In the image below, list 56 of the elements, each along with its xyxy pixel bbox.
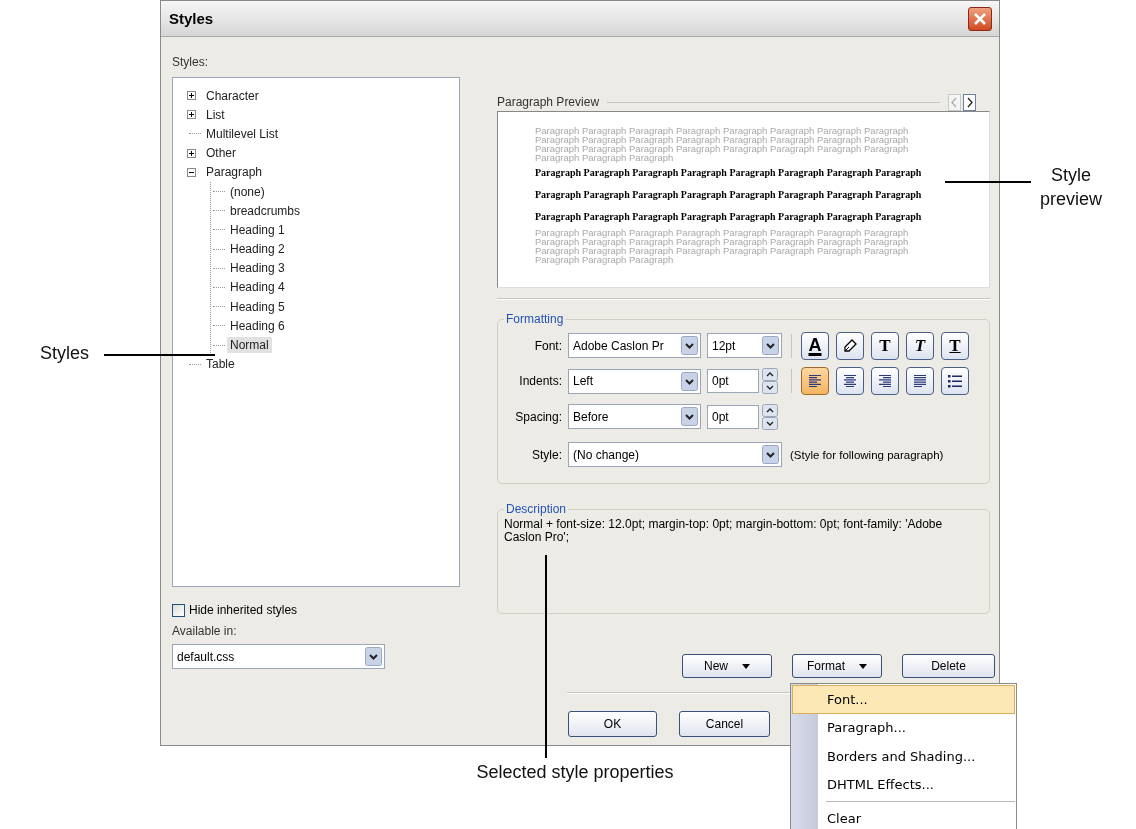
preview-text: Paragraph Paragraph Paragraph Paragraph Paragraph Paragraph Paragraph Paragraph Paragraph Paragraph Paragraph Paragraph Paragraph Paragraph Paragraph Paragraph Paragraph Paragraph Paragraph Paragraph Paragraph Paragraph Paragraph Paragraph Paragraph Paragraph Paragraph <box>535 228 910 264</box>
push-button[interactable]: Cancel <box>679 711 770 737</box>
preview-text: Paragraph Paragraph Paragraph Paragraph Paragraph Paragraph Paragraph Paragraph Paragraph Paragraph Paragraph Paragraph Paragraph Paragraph Paragraph Paragraph Paragraph Paragraph Paragraph Paragraph Paragraph Paragraph Paragraph Paragraph Paragraph Paragraph Paragraph <box>535 126 910 162</box>
tree-item[interactable]: breadcrumbs <box>227 202 304 219</box>
tree-item[interactable]: Heading 1 <box>227 221 288 238</box>
stylesheet-dropdown[interactable]: default.css <box>172 644 385 669</box>
callout-text: Styles <box>40 343 90 364</box>
field-label: Spacing: <box>514 409 562 424</box>
number-field[interactable]: 0pt <box>707 404 759 429</box>
window-title: Styles <box>169 10 214 27</box>
tree-item[interactable]: Heading 2 <box>227 241 288 258</box>
push-button[interactable]: Format <box>792 654 882 678</box>
number-field[interactable]: 0pt <box>707 369 759 394</box>
tree-item[interactable]: Table <box>203 356 238 373</box>
bold-button[interactable]: T <box>871 331 899 360</box>
description-text: Normal + font-size: 12.0pt; margin-top: 0pt; margin-bottom: 0pt; font-family: 'Adobe Caslon Pro'; <box>503 516 944 544</box>
callout-text: Style preview <box>1039 164 1103 211</box>
field-label: Indents: <box>518 374 562 389</box>
tree-item[interactable]: Heading 4 <box>227 279 288 296</box>
push-button[interactable]: Delete <box>902 654 995 678</box>
size-dropdown[interactable]: 12pt <box>707 333 782 359</box>
tree-item[interactable]: Character <box>203 87 262 104</box>
push-button[interactable]: OK <box>568 711 657 737</box>
tree-item[interactable]: Heading 5 <box>227 298 288 315</box>
field-label: Styles: <box>172 55 209 69</box>
hint-text: (Style for following paragraph) <box>790 448 944 461</box>
group-label: Description <box>505 502 568 516</box>
menu-item[interactable]: Clear <box>792 804 1015 829</box>
menu-item[interactable]: Borders and Shading... <box>792 742 1015 771</box>
font-color-button[interactable]: A <box>801 331 829 360</box>
tree-item[interactable]: Multilevel List <box>203 125 282 142</box>
tree-item[interactable]: Paragraph <box>203 164 266 181</box>
field-label: Available in: <box>172 624 238 638</box>
spacing-dropdown[interactable]: Before <box>568 404 701 430</box>
tree-item[interactable]: List <box>203 106 228 123</box>
menu-item[interactable]: Font... <box>792 685 1015 714</box>
group-label: Formatting <box>505 313 565 326</box>
push-button[interactable]: New <box>682 654 772 678</box>
field-label: Font: <box>533 338 562 353</box>
indents-dropdown[interactable]: Left <box>568 368 701 394</box>
callout-text: Selected style properties <box>475 762 675 783</box>
tree-item[interactable]: Heading 6 <box>227 317 288 334</box>
menu-item[interactable]: DHTML Effects... <box>792 770 1015 799</box>
preview-sample-text: Paragraph Paragraph Paragraph Paragraph Paragraph Paragraph Paragraph Paragraph Paragraph Paragraph Paragraph Paragraph Paragraph Paragraph Paragraph Paragraph Paragraph Paragraph Paragraph Paragraph Paragraph Paragraph Paragraph Paragraph <box>535 166 923 224</box>
underline-button[interactable]: T <box>941 331 969 360</box>
tree-item[interactable]: (none) <box>227 183 268 200</box>
tree-item[interactable]: Normal <box>227 337 272 354</box>
tree-item[interactable]: Heading 3 <box>227 260 288 277</box>
font-dropdown[interactable]: Adobe Caslon Pr <box>568 333 701 359</box>
field-label: Style: <box>531 447 562 462</box>
menu-item[interactable]: Paragraph... <box>792 713 1015 742</box>
checkbox-label: Hide inherited styles <box>189 603 298 617</box>
tree-item[interactable]: Other <box>203 145 239 162</box>
style-dropdown[interactable]: (No change) <box>568 442 782 467</box>
italic-button[interactable]: T <box>906 331 934 360</box>
section-label: Paragraph Preview <box>497 95 600 109</box>
